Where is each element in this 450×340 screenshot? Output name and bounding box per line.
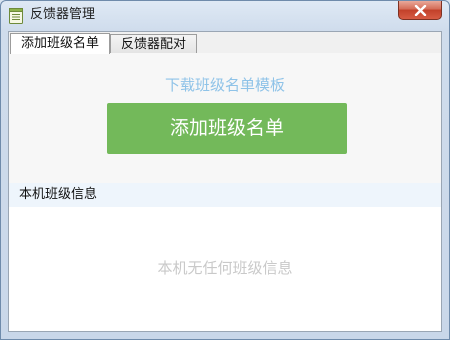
add-class-list-button[interactable]: 添加班级名单: [107, 103, 347, 154]
tab-add-class-list[interactable]: 添加班级名单: [10, 33, 110, 54]
tab-strip: 添加班级名单 反馈器配对: [9, 32, 441, 54]
close-button[interactable]: [398, 1, 442, 20]
tab-panel-add-class-list: 下载班级名单模板 添加班级名单 本机班级信息 本机无任何班级信息: [9, 53, 441, 331]
app-window: 反馈器管理 添加班级名单 反馈器配对 下载班级名单模板 添加班级名单 本机班级信…: [0, 0, 450, 340]
class-info-list: 本机无任何班级信息: [9, 207, 441, 331]
window-title: 反馈器管理: [30, 7, 96, 22]
empty-state-message: 本机无任何班级信息: [157, 259, 293, 277]
client-area: 添加班级名单 反馈器配对 下载班级名单模板 添加班级名单 本机班级信息 本机无任…: [8, 31, 442, 332]
tab-clicker-pairing[interactable]: 反馈器配对: [110, 34, 197, 54]
notebook-icon: [9, 8, 23, 24]
title-bar[interactable]: 反馈器管理: [1, 1, 449, 31]
download-template-link[interactable]: 下载班级名单模板: [9, 75, 441, 95]
local-class-info-header: 本机班级信息: [9, 183, 441, 207]
